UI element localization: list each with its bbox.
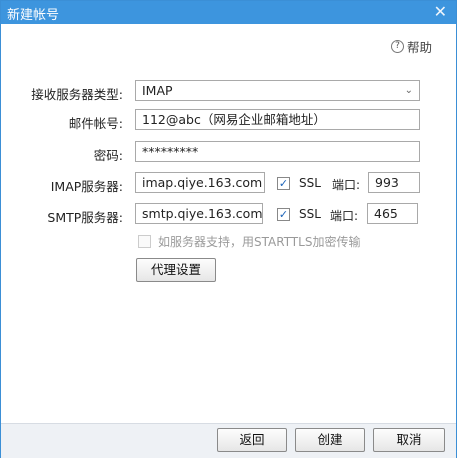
receive-type-label: 接收服务器类型:	[31, 87, 123, 102]
chevron-down-icon: ⌄	[404, 85, 413, 96]
create-button[interactable]: 创建	[295, 428, 365, 452]
help-label: 帮助	[406, 40, 432, 55]
imap-server-field[interactable]: imap.qiye.163.com	[135, 172, 265, 193]
back-button[interactable]: 返回	[217, 428, 287, 452]
smtp-ssl-label: SSL	[299, 207, 321, 221]
starttls-label: 如服务器支持，用STARTTLS加密传输	[158, 235, 361, 249]
receive-type-value: IMAP	[142, 83, 173, 98]
starttls-checkbox[interactable]	[138, 235, 151, 248]
imap-ssl-label: SSL	[299, 176, 321, 190]
new-account-dialog: 新建帐号 ✕ ? 帮助 接收服务器类型: IMAP ⌄ 邮件帐号: 112@ab…	[0, 0, 457, 458]
imap-ssl-checkbox[interactable]: ✓	[277, 177, 290, 190]
imap-port-label: 端口:	[332, 178, 361, 192]
password-field[interactable]: *********	[135, 141, 420, 162]
smtp-port-label: 端口:	[330, 209, 359, 223]
cancel-button[interactable]: 取消	[373, 428, 445, 452]
password-label: 密码:	[93, 148, 123, 163]
proxy-settings-button[interactable]: 代理设置	[136, 258, 216, 282]
smtp-server-field[interactable]: smtp.qiye.163.com	[135, 203, 263, 224]
smtp-ssl-checkbox[interactable]: ✓	[277, 208, 290, 221]
receive-type-select[interactable]: IMAP ⌄	[135, 80, 420, 101]
smtp-port-field[interactable]: 465	[367, 203, 418, 224]
email-label: 邮件帐号:	[68, 116, 123, 131]
dialog-title: 新建帐号	[7, 8, 60, 23]
title-bar: 新建帐号 ✕	[1, 1, 456, 24]
help-link[interactable]: ? 帮助	[390, 37, 432, 56]
question-icon: ?	[390, 40, 404, 53]
smtp-label: SMTP服务器:	[47, 210, 123, 225]
email-field[interactable]: 112@abc（网易企业邮箱地址）	[135, 109, 420, 130]
imap-label: IMAP服务器:	[50, 179, 123, 194]
imap-port-field[interactable]: 993	[368, 172, 420, 193]
close-icon[interactable]: ✕	[434, 2, 447, 21]
